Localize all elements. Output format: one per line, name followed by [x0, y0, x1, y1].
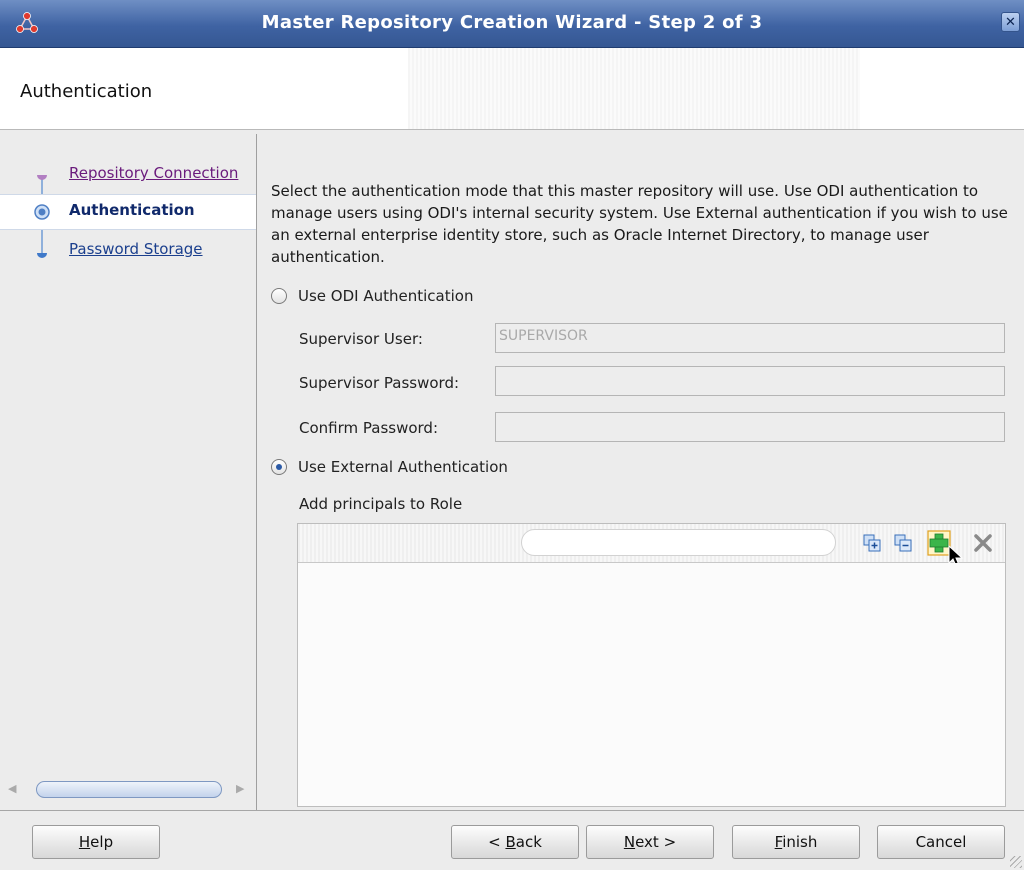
- scroll-right-icon[interactable]: ▶: [236, 782, 244, 795]
- instructions-text: Select the authentication mode that this…: [271, 182, 1008, 266]
- close-button[interactable]: ✕: [1001, 12, 1020, 32]
- add-principals-label: Add principals to Role: [299, 495, 463, 513]
- confirm-password-field[interactable]: [495, 412, 1005, 442]
- nav-item-repository-connection[interactable]: Repository Connection: [0, 158, 256, 192]
- help-button-label: Help: [78, 833, 114, 851]
- wizard-step-navigation: Repository Connection Authentication Pas…: [0, 134, 257, 810]
- principals-table: [297, 523, 1006, 807]
- nav-item-label: Repository Connection: [69, 164, 239, 182]
- step-current-icon: [34, 204, 50, 220]
- nav-item-label: Authentication: [69, 201, 195, 219]
- principals-list[interactable]: [298, 563, 1005, 806]
- cancel-button-label: Cancel: [915, 833, 967, 851]
- header-decoration: [408, 48, 860, 129]
- step-visited-icon: [37, 175, 47, 180]
- collapse-all-icon[interactable]: [892, 532, 914, 554]
- supervisor-user-field[interactable]: SUPERVISOR: [495, 323, 1005, 353]
- back-button[interactable]: < Back: [451, 825, 579, 859]
- odi-authentication-radio[interactable]: [271, 288, 287, 304]
- horizontal-scrollbar[interactable]: ◀ ▶: [6, 778, 248, 800]
- remove-icon[interactable]: [972, 532, 994, 554]
- title-bar: Master Repository Creation Wizard - Step…: [0, 0, 1024, 48]
- page-title: Authentication: [20, 81, 153, 102]
- nav-item-authentication[interactable]: Authentication: [0, 194, 256, 230]
- wizard-footer: Help < Back Next > Finish Cancel: [0, 810, 1024, 870]
- scroll-left-icon[interactable]: ◀: [8, 782, 16, 795]
- nav-item-password-storage[interactable]: Password Storage: [0, 234, 256, 268]
- step-pending-icon: [37, 253, 47, 258]
- back-button-label: < Back: [488, 833, 542, 851]
- odi-authentication-label: Use ODI Authentication: [298, 287, 474, 305]
- help-button[interactable]: Help: [32, 825, 160, 859]
- main-content: Select the authentication mode that this…: [258, 134, 1024, 810]
- window-title: Master Repository Creation Wizard - Step…: [261, 12, 763, 33]
- external-authentication-radio[interactable]: [271, 459, 287, 475]
- nav-item-label: Password Storage: [69, 240, 203, 258]
- external-authentication-label: Use External Authentication: [298, 458, 508, 476]
- next-button[interactable]: Next >: [586, 825, 714, 859]
- confirm-password-label: Confirm Password:: [299, 419, 439, 437]
- search-input[interactable]: [521, 529, 836, 556]
- expand-all-icon[interactable]: [861, 532, 883, 554]
- resize-grip-icon[interactable]: [1010, 856, 1022, 868]
- principals-toolbar: [298, 524, 1005, 567]
- supervisor-password-label: Supervisor Password:: [299, 374, 460, 392]
- wizard-header: Authentication: [0, 48, 1024, 130]
- next-button-label: Next >: [623, 833, 677, 851]
- cancel-button[interactable]: Cancel: [877, 825, 1005, 859]
- supervisor-user-label: Supervisor User:: [299, 330, 423, 348]
- finish-button-label: Finish: [774, 833, 818, 851]
- finish-button[interactable]: Finish: [732, 825, 860, 859]
- supervisor-password-field[interactable]: [495, 366, 1005, 396]
- scrollbar-thumb[interactable]: [36, 781, 222, 798]
